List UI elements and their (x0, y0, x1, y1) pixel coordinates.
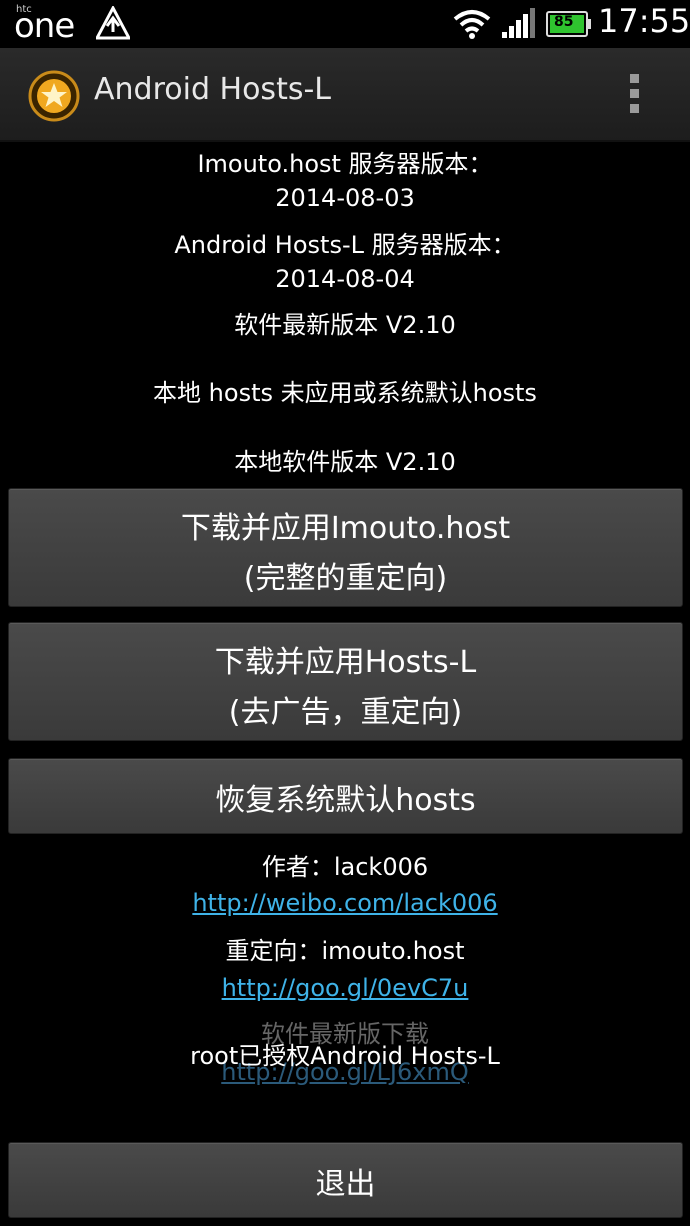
alert-triangle-icon (96, 6, 130, 40)
local-version: 本地软件版本 V2.10 (234, 448, 456, 476)
author-link-row: http://weibo.com/lack006 (0, 889, 690, 917)
star-coin-icon[interactable] (28, 70, 80, 122)
local-hosts-status: 本地 hosts 未应用或系统默认hosts (153, 379, 537, 407)
overflow-dot (629, 74, 639, 83)
redirect-link[interactable]: http://goo.gl/0evC7u (222, 974, 469, 1002)
signal-icon (502, 8, 535, 38)
restore-hosts-label: 恢复系统默认hosts (215, 783, 476, 818)
download-imouto-label: 下载并应用Imouto.host (180, 511, 511, 546)
clock: 17:55 (598, 2, 690, 40)
brand-text: one (14, 6, 75, 46)
hostsl-version-date: 2014-08-04 (275, 265, 415, 293)
root-granted-toast: root已授权Android Hosts-L (190, 1042, 500, 1070)
battery-icon: 85 (546, 11, 592, 37)
action-bar: Android Hosts-L (0, 48, 690, 142)
imouto-version-label: Imouto.host 服务器版本： (197, 150, 493, 178)
download-hostsl-sublabel: (去广告，重定向) (228, 695, 463, 730)
hostsl-version-label: Android Hosts-L 服务器版本： (174, 231, 516, 259)
battery-level: 85 (554, 14, 574, 30)
brand-logo: htc one (14, 2, 94, 46)
overflow-menu-icon[interactable] (624, 74, 644, 118)
redirect-text: 重定向：imouto.host (225, 937, 465, 965)
exit-label: 退出 (315, 1167, 376, 1202)
latest-version: 软件最新版本 V2.10 (234, 311, 456, 339)
exit-button[interactable]: 退出 (8, 1142, 683, 1218)
overflow-dot (629, 89, 639, 98)
redirect-link-row: http://goo.gl/0evC7u (0, 974, 690, 1002)
app-title: Android Hosts-L (94, 72, 331, 107)
screen: htc one 85 17:55 Android Hosts-L Imouto.… (0, 0, 690, 1226)
overflow-dot (629, 104, 639, 113)
wifi-icon (453, 10, 491, 39)
download-hostsl-label: 下载并应用Hosts-L (214, 645, 477, 680)
status-bar: htc one 85 17:55 (0, 0, 690, 48)
author-text: 作者：lack006 (261, 853, 429, 881)
download-imouto-sublabel: (完整的重定向) (243, 561, 448, 596)
author-link[interactable]: http://weibo.com/lack006 (192, 889, 497, 917)
imouto-version-date: 2014-08-03 (275, 184, 415, 212)
restore-hosts-button[interactable]: 恢复系统默认hosts (8, 758, 683, 834)
download-imouto-button[interactable]: 下载并应用Imouto.host (完整的重定向) (8, 488, 683, 607)
download-hostsl-button[interactable]: 下载并应用Hosts-L (去广告，重定向) (8, 622, 683, 741)
